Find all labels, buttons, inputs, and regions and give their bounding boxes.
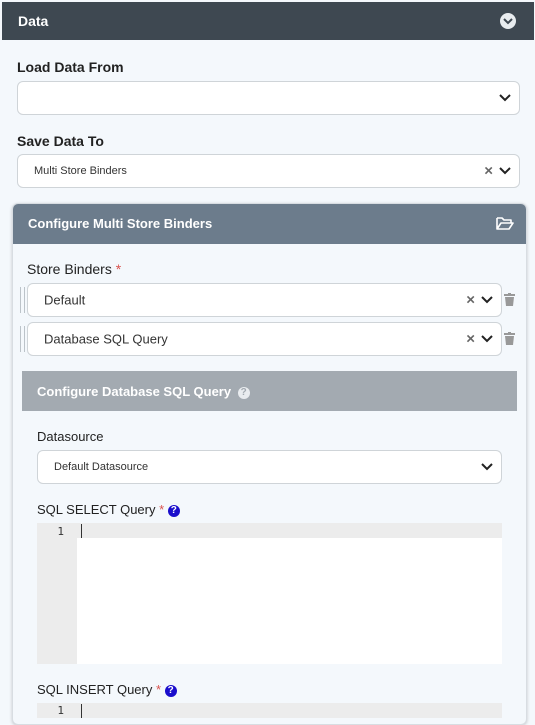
- line-number: 1: [57, 704, 64, 717]
- store-binder-select-sql[interactable]: Database SQL Query ×: [27, 322, 502, 356]
- sql-select-label: SQL SELECT Query * ?: [37, 502, 180, 517]
- sql-insert-editor[interactable]: 1: [37, 703, 502, 718]
- trash-icon[interactable]: [504, 332, 515, 345]
- store-binders-label: Store Binders *: [27, 261, 121, 277]
- active-line: [77, 523, 502, 538]
- section-title: Data: [18, 13, 49, 29]
- datasource-label: Datasource: [37, 429, 104, 444]
- required-mark: *: [155, 682, 162, 697]
- panel-header[interactable]: Configure Multi Store Binders: [13, 204, 526, 244]
- store-binder-value: Database SQL Query: [44, 331, 168, 347]
- sql-insert-label: SQL INSERT Query * ?: [37, 682, 177, 697]
- chevron-down-icon: [499, 94, 511, 102]
- question-circle-icon[interactable]: ?: [167, 504, 180, 517]
- sql-select-editor[interactable]: 1: [37, 523, 502, 664]
- save-data-select[interactable]: Multi Store Binders ×: [17, 154, 520, 188]
- line-number: 1: [57, 525, 64, 538]
- question-circle-icon[interactable]: ?: [164, 684, 177, 697]
- data-section-header[interactable]: Data: [2, 2, 534, 40]
- load-data-select[interactable]: [17, 81, 520, 115]
- sql-insert-label-text: SQL INSERT Query: [37, 682, 153, 697]
- database-sql-query-title: Configure Database SQL Query ?: [37, 384, 250, 399]
- panel-title: Configure Multi Store Binders: [28, 216, 213, 231]
- database-sql-query-header: Configure Database SQL Query ?: [22, 371, 517, 411]
- database-sql-query-title-text: Configure Database SQL Query: [37, 384, 232, 399]
- required-mark: *: [115, 261, 122, 277]
- drag-handle[interactable]: [20, 287, 25, 313]
- store-binder-value: Default: [44, 292, 86, 308]
- text-cursor: [81, 524, 82, 538]
- store-binder-select-default[interactable]: Default ×: [27, 283, 502, 317]
- save-data-label: Save Data To: [17, 133, 104, 149]
- drag-handle[interactable]: [20, 326, 25, 352]
- chevron-down-icon: [481, 335, 493, 343]
- chevron-down-icon: [481, 296, 493, 304]
- chevron-down-icon: [481, 463, 493, 471]
- clear-icon[interactable]: ×: [484, 163, 493, 180]
- clear-icon[interactable]: ×: [466, 292, 475, 309]
- datasource-value: Default Datasource: [54, 461, 149, 473]
- sql-select-label-text: SQL SELECT Query: [37, 502, 156, 517]
- chevron-down-circle-icon[interactable]: [500, 13, 516, 29]
- folder-open-icon[interactable]: [496, 216, 514, 231]
- required-mark: *: [159, 502, 165, 517]
- load-data-label: Load Data From: [17, 59, 124, 75]
- active-line: [77, 703, 502, 718]
- question-circle-icon[interactable]: ?: [237, 386, 250, 399]
- chevron-down-icon: [499, 167, 511, 175]
- text-cursor: [81, 704, 82, 718]
- store-binders-label-text: Store Binders: [27, 261, 112, 277]
- save-data-value: Multi Store Binders: [34, 165, 127, 177]
- clear-icon[interactable]: ×: [466, 331, 475, 348]
- line-gutter: [37, 523, 77, 664]
- trash-icon[interactable]: [504, 293, 515, 306]
- datasource-select[interactable]: Default Datasource: [37, 450, 502, 484]
